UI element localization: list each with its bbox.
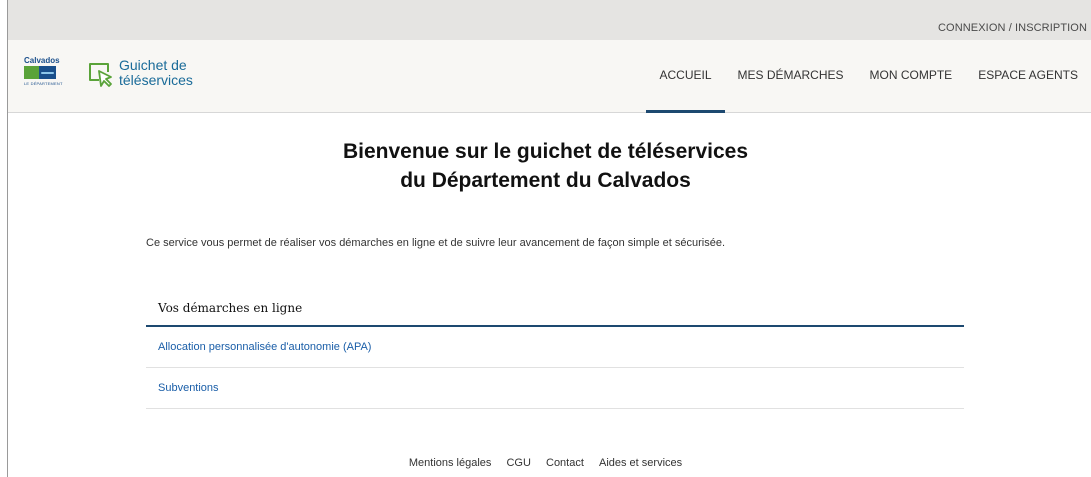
calvados-logo[interactable]: Calvados LE DÉPARTEMENT (24, 56, 63, 92)
logo-subtitle: LE DÉPARTEMENT (24, 81, 63, 86)
cursor-window-icon (89, 63, 112, 87)
nav-item-mes-demarches[interactable]: MES DÉMARCHES (725, 40, 857, 112)
main-nav: ACCUEIL MES DÉMARCHES MON COMPTE ESPACE … (646, 40, 1091, 113)
online-procedures-panel: Vos démarches en ligne Allocation person… (146, 293, 964, 409)
logo-brand-text: Calvados (24, 56, 60, 65)
nav-item-espace-agents[interactable]: ESPACE AGENTS (965, 40, 1091, 112)
app-name-line1: Guichet de (119, 57, 187, 73)
footer-link-mentions-legales[interactable]: Mentions légales (409, 457, 492, 469)
intro-text: Ce service vous permet de réaliser vos d… (146, 237, 726, 249)
procedure-link-apa[interactable]: Allocation personnalisée d'autonomie (AP… (146, 327, 964, 368)
footer-links: Mentions légales CGU Contact Aides et se… (0, 457, 1091, 469)
footer-link-cgu[interactable]: CGU (506, 457, 530, 469)
nav-item-mon-compte[interactable]: MON COMPTE (857, 40, 966, 112)
page-title-line1: Bienvenue sur le guichet de téléservices (342, 140, 748, 163)
nav-item-accueil[interactable]: ACCUEIL (646, 40, 725, 113)
login-signup-link[interactable]: CONNEXION / INSCRIPTION (938, 22, 1087, 34)
panel-heading: Vos démarches en ligne (146, 293, 964, 327)
footer-link-contact[interactable]: Contact (546, 457, 584, 469)
logo-flag-icon (24, 66, 56, 79)
app-name[interactable]: Guichet de téléservices (119, 58, 193, 88)
page-title-line2: du Département du Calvados (400, 169, 691, 192)
procedure-link-subventions[interactable]: Subventions (146, 368, 964, 409)
app-name-line2: téléservices (119, 72, 193, 88)
top-bar: CONNEXION / INSCRIPTION (8, 0, 1091, 40)
page-title: Bienvenue sur le guichet de téléservices… (0, 137, 1091, 195)
footer-link-aides-services[interactable]: Aides et services (599, 457, 682, 469)
site-header: Calvados LE DÉPARTEMENT Guichet de télés… (8, 40, 1091, 113)
